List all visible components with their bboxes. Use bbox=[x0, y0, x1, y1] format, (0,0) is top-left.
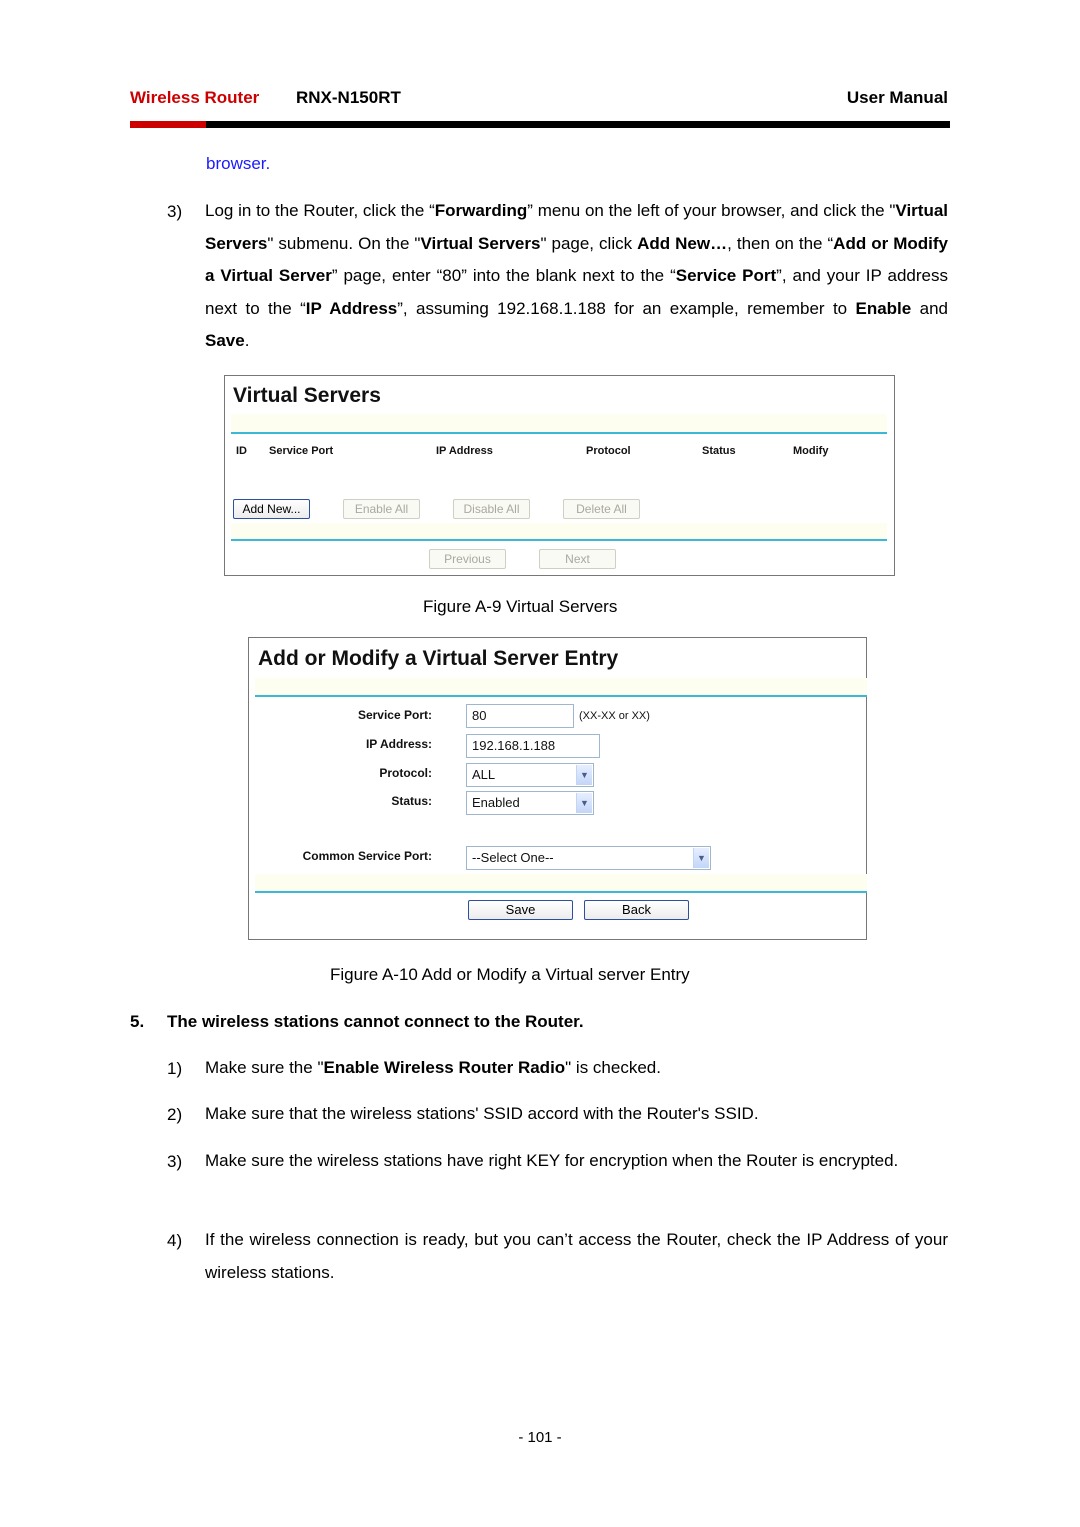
page-number: - 101 - bbox=[518, 1429, 562, 1446]
text-run: " is checked. bbox=[565, 1058, 661, 1077]
text-run: and bbox=[911, 298, 948, 318]
chevron-down-icon[interactable]: ▼ bbox=[576, 793, 592, 813]
text-run: . bbox=[244, 331, 250, 351]
disable-all-button[interactable]: Disable All bbox=[453, 499, 530, 519]
bold-term: Add New… bbox=[637, 233, 728, 253]
col-modify: Modify bbox=[793, 445, 829, 457]
divider bbox=[255, 695, 867, 697]
section-title: The wireless stations cannot connect to … bbox=[167, 1012, 584, 1031]
text-run: ” menu on the left of your browser, and … bbox=[527, 201, 896, 220]
footer-band bbox=[255, 874, 867, 891]
continued-link-text[interactable]: browser. bbox=[206, 154, 270, 174]
item1-text: Make sure the "Enable Wireless Router Ra… bbox=[205, 1052, 948, 1085]
col-status: Status bbox=[702, 445, 736, 457]
bold-term: Save bbox=[205, 331, 245, 351]
previous-button[interactable]: Previous bbox=[429, 549, 506, 569]
col-service-port: Service Port bbox=[269, 445, 334, 457]
text-run: If the wireless connection is ready, but… bbox=[205, 1230, 948, 1282]
service-port-label: Service Port: bbox=[357, 708, 432, 722]
back-button[interactable]: Back bbox=[584, 900, 689, 920]
bold-term: Virtual Servers bbox=[420, 233, 541, 253]
running-header: Wireless Router RNX-N150RT User Manual bbox=[130, 88, 950, 110]
protocol-select[interactable]: ALL ▼ bbox=[466, 763, 594, 787]
text-run: ”, assuming 192.168.1.188 for an example… bbox=[397, 298, 856, 318]
text-run: Log in to the Router, click the “ bbox=[205, 201, 435, 220]
step3-paragraph: Log in to the Router, click the “Forward… bbox=[205, 195, 948, 358]
bold-term: Enable Wireless Router Radio bbox=[323, 1058, 566, 1077]
delete-all-button[interactable]: Delete All bbox=[563, 499, 640, 519]
header-rule-accent bbox=[130, 121, 206, 128]
item3-text: Make sure the wireless stations have rig… bbox=[205, 1145, 948, 1178]
add-new-button[interactable]: Add New... bbox=[233, 499, 310, 519]
chevron-down-icon[interactable]: ▼ bbox=[693, 848, 709, 868]
figure-a10-caption: Figure A-10 Add or Modify a Virtual serv… bbox=[330, 965, 690, 984]
item2-number: 2) bbox=[167, 1105, 183, 1124]
divider bbox=[231, 432, 887, 434]
footer-band bbox=[231, 523, 887, 539]
item1-number: 1) bbox=[167, 1059, 183, 1078]
text-run: Make sure that the wireless stations' SS… bbox=[205, 1104, 759, 1123]
service-port-input[interactable]: 80 bbox=[466, 704, 574, 728]
status-value: Enabled bbox=[472, 795, 520, 810]
text-run: Make sure the wireless stations have rig… bbox=[205, 1151, 899, 1170]
title-band bbox=[231, 414, 887, 432]
item2-text: Make sure that the wireless stations' SS… bbox=[205, 1098, 948, 1131]
text-run: ” page, enter “80” into the blank next t… bbox=[331, 266, 676, 286]
service-port-hint: (XX-XX or XX) bbox=[579, 710, 650, 722]
text-run: , then on the “ bbox=[727, 233, 834, 253]
status-select[interactable]: Enabled ▼ bbox=[466, 791, 594, 815]
text-run: Make sure the " bbox=[205, 1058, 324, 1077]
section-number: 5. bbox=[130, 1012, 145, 1031]
save-button[interactable]: Save bbox=[468, 900, 573, 920]
divider bbox=[231, 539, 887, 541]
divider bbox=[255, 891, 867, 893]
protocol-value: ALL bbox=[472, 767, 496, 782]
common-service-port-value: --Select One-- bbox=[472, 850, 554, 865]
text-run: " page, click bbox=[540, 233, 638, 253]
step3-number: 3) bbox=[167, 202, 183, 221]
col-protocol: Protocol bbox=[586, 445, 631, 457]
virtual-servers-figure: Virtual Servers ID Service Port IP Addre… bbox=[224, 375, 895, 576]
next-button[interactable]: Next bbox=[539, 549, 616, 569]
protocol-label: Protocol: bbox=[379, 766, 432, 780]
add-modify-title: Add or Modify a Virtual Server Entry bbox=[258, 647, 619, 670]
bold-term: IP Address bbox=[305, 298, 398, 318]
item3-number: 3) bbox=[167, 1152, 183, 1171]
text-run: " submenu. On the " bbox=[267, 233, 421, 253]
item4-text: If the wireless connection is ready, but… bbox=[205, 1224, 948, 1289]
header-doc-type: User Manual bbox=[846, 88, 948, 107]
ip-address-label: IP Address: bbox=[365, 737, 432, 751]
col-id: ID bbox=[236, 445, 247, 457]
status-label: Status: bbox=[391, 794, 432, 808]
header-model: RNX-N150RT bbox=[296, 88, 401, 107]
title-band bbox=[255, 678, 867, 695]
bold-term: Enable bbox=[855, 298, 912, 318]
col-ip-address: IP Address bbox=[436, 445, 493, 457]
common-service-port-select[interactable]: --Select One-- ▼ bbox=[466, 846, 711, 870]
header-rule bbox=[130, 121, 950, 128]
ip-address-input[interactable]: 192.168.1.188 bbox=[466, 734, 600, 758]
bold-term: Forwarding bbox=[434, 201, 528, 220]
add-modify-entry-figure: Add or Modify a Virtual Server Entry Ser… bbox=[248, 637, 867, 940]
virtual-servers-title: Virtual Servers bbox=[233, 384, 381, 407]
bold-term: Service Port bbox=[675, 266, 777, 286]
header-brand: Wireless Router bbox=[130, 88, 260, 107]
figure-a9-caption: Figure A-9 Virtual Servers bbox=[423, 597, 618, 616]
enable-all-button[interactable]: Enable All bbox=[343, 499, 420, 519]
chevron-down-icon[interactable]: ▼ bbox=[576, 765, 592, 785]
common-service-port-label: Common Service Port: bbox=[302, 849, 432, 863]
item4-number: 4) bbox=[167, 1231, 183, 1250]
